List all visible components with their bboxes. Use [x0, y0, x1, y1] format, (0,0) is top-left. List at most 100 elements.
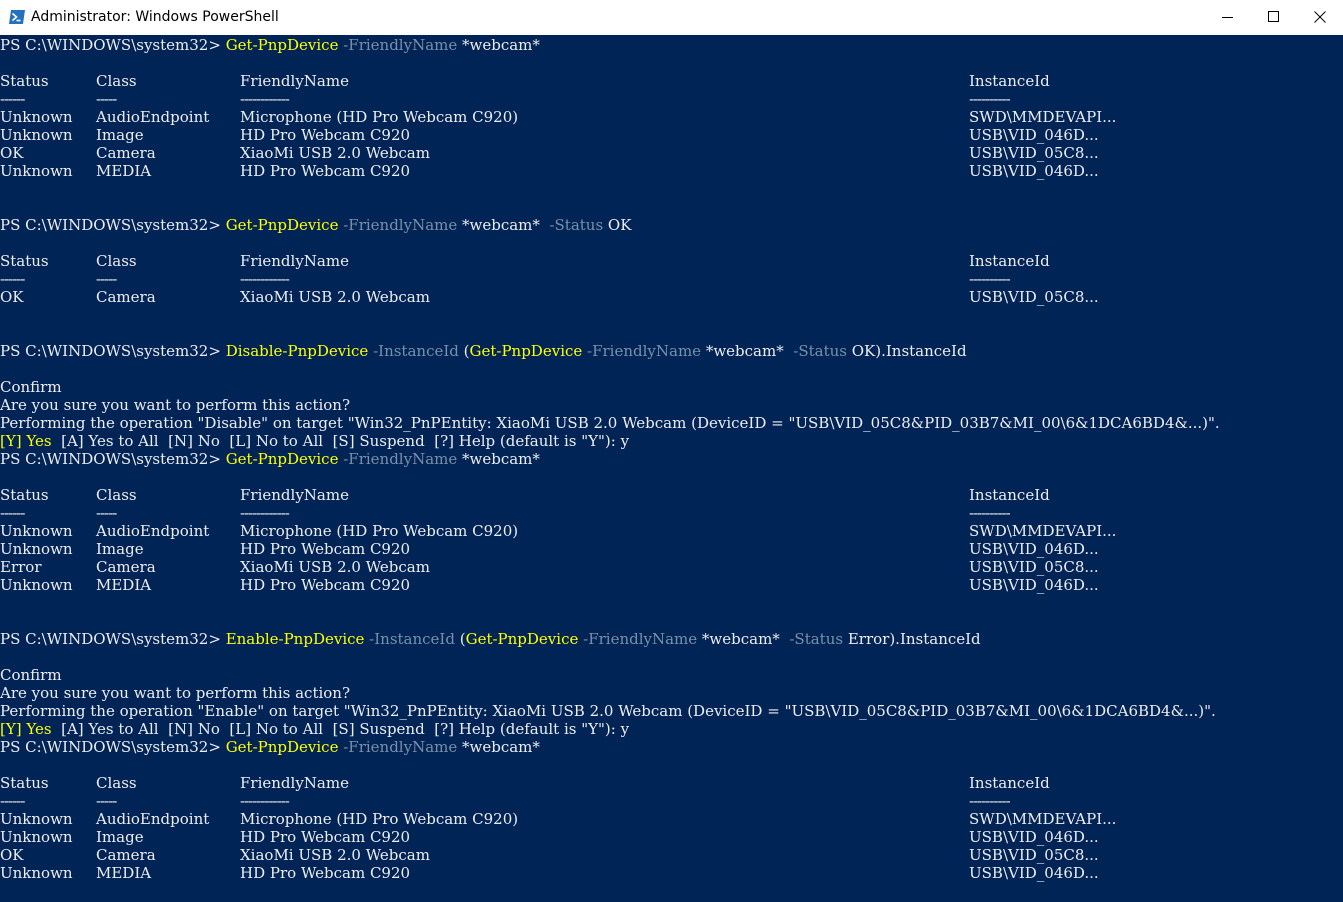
parameter-name: -InstanceId: [364, 630, 455, 648]
title-bar[interactable]: Administrator: Windows PowerShell: [0, 0, 1343, 35]
parameter-name: -Status: [783, 342, 847, 360]
table-header-cell: InstanceId: [969, 72, 1050, 90]
confirm-title-text: Confirm: [0, 666, 62, 684]
argument-text: *webcam*: [457, 450, 540, 468]
argument-text: *webcam*: [697, 630, 780, 648]
confirm-question-text: Are you sure you want to perform this ac…: [0, 396, 351, 414]
powershell-icon: [8, 8, 26, 26]
table-underline-cell: ----------: [969, 792, 1011, 810]
table-row-cell: USB\VID_046D...: [969, 540, 1099, 558]
parameter-name: -FriendlyName: [582, 342, 702, 360]
table-underline-cell: ----------: [969, 270, 1011, 288]
table-underline-cell: ------: [0, 504, 25, 522]
table-row-cell: Unknown: [0, 864, 73, 882]
table-row-cell: Unknown: [0, 810, 73, 828]
table-header-cell: FriendlyName: [240, 72, 349, 90]
prompt-text: PS C:\WINDOWS\system32>: [0, 342, 226, 360]
table-row-cell: USB\VID_046D...: [969, 864, 1099, 882]
table-row-cell: Image: [96, 126, 144, 144]
parameter-name: -FriendlyName: [338, 36, 458, 54]
table-row-cell: SWD\MMDEVAPI...: [969, 522, 1117, 540]
argument-text: Error).InstanceId: [843, 630, 981, 648]
table-header-cell: Status: [0, 72, 49, 90]
table-row-cell: AudioEndpoint: [96, 810, 210, 828]
argument-text: (: [458, 342, 470, 360]
table-row-cell: USB\VID_046D...: [969, 828, 1099, 846]
table-header-cell: Status: [0, 774, 49, 792]
confirm-detail-text: Performing the operation "Enable" on tar…: [0, 702, 1216, 720]
table-row-cell: MEDIA: [96, 162, 152, 180]
cmdlet-name: Get-PnpDevice: [225, 216, 339, 234]
prompt-text: PS C:\WINDOWS\system32>: [0, 216, 226, 234]
confirm-question: Are you sure you want to perform this ac…: [0, 684, 350, 702]
confirm-other-options: [A] Yes to All [N] No [L] No to All [S] …: [51, 432, 630, 450]
command-line: PS C:\WINDOWS\system32> Get-PnpDevice -F…: [0, 36, 540, 54]
confirm-other-options: [A] Yes to All [N] No [L] No to All [S] …: [51, 720, 630, 738]
table-row-cell: XiaoMi USB 2.0 Webcam: [240, 288, 430, 306]
confirm-detail: Performing the operation "Disable" on ta…: [0, 414, 1220, 432]
cmdlet-name: Get-PnpDevice: [225, 36, 339, 54]
table-row-cell: Camera: [96, 144, 156, 162]
table-row-cell: USB\VID_05C8...: [969, 288, 1099, 306]
table-row-cell: OK: [0, 846, 24, 864]
cmdlet-name: Get-PnpDevice: [469, 342, 583, 360]
table-header-cell: Class: [96, 774, 137, 792]
close-button[interactable]: [1297, 0, 1343, 32]
argument-text: *webcam*: [701, 342, 784, 360]
prompt-text: PS C:\WINDOWS\system32>: [0, 738, 226, 756]
command-line: PS C:\WINDOWS\system32> Enable-PnpDevice…: [0, 630, 981, 648]
table-row-cell: AudioEndpoint: [96, 522, 210, 540]
table-header-cell: Status: [0, 252, 49, 270]
table-header-cell: FriendlyName: [240, 486, 349, 504]
maximize-button[interactable]: [1251, 0, 1297, 32]
table-row-cell: USB\VID_05C8...: [969, 846, 1099, 864]
cmdlet-name: Get-PnpDevice: [225, 450, 339, 468]
table-row-cell: Unknown: [0, 522, 73, 540]
table-underline-cell: ------------: [240, 792, 290, 810]
table-underline-cell: ------: [0, 792, 25, 810]
console-output[interactable]: PS C:\WINDOWS\system32> Get-PnpDevice -F…: [0, 35, 1343, 902]
minimize-button[interactable]: [1205, 0, 1251, 32]
table-row-cell: HD Pro Webcam C920: [240, 864, 411, 882]
table-row-cell: SWD\MMDEVAPI...: [969, 810, 1117, 828]
table-row-cell: XiaoMi USB 2.0 Webcam: [240, 144, 430, 162]
table-header-cell: FriendlyName: [240, 252, 349, 270]
argument-text: *webcam*: [457, 216, 540, 234]
table-underline-cell: ------: [0, 90, 25, 108]
parameter-name: -FriendlyName: [338, 450, 458, 468]
table-underline-cell: ------------: [240, 270, 290, 288]
table-header-cell: InstanceId: [969, 486, 1050, 504]
table-row-cell: OK: [0, 144, 24, 162]
table-row-cell: Unknown: [0, 162, 73, 180]
table-row-cell: Unknown: [0, 828, 73, 846]
table-row-cell: Image: [96, 828, 144, 846]
argument-text: *webcam*: [457, 738, 540, 756]
table-underline-cell: ------------: [240, 504, 290, 522]
maximize-icon: [1268, 11, 1279, 22]
table-row-cell: USB\VID_046D...: [969, 162, 1099, 180]
prompt-text: PS C:\WINDOWS\system32>: [0, 450, 226, 468]
cmdlet-name: Get-PnpDevice: [465, 630, 579, 648]
table-row-cell: Microphone (HD Pro Webcam C920): [240, 522, 519, 540]
command-line: PS C:\WINDOWS\system32> Disable-PnpDevic…: [0, 342, 967, 360]
close-icon: [1314, 11, 1326, 23]
window-title: Administrator: Windows PowerShell: [31, 9, 279, 25]
command-line: PS C:\WINDOWS\system32> Get-PnpDevice -F…: [0, 738, 540, 756]
argument-text: OK).InstanceId: [846, 342, 967, 360]
table-row-cell: Unknown: [0, 540, 73, 558]
parameter-name: -Status: [539, 216, 604, 234]
table-row-cell: HD Pro Webcam C920: [240, 828, 411, 846]
table-underline-cell: ----------: [969, 504, 1011, 522]
confirm-yes-option: [Y] Yes: [0, 720, 52, 738]
command-line: PS C:\WINDOWS\system32> Get-PnpDevice -F…: [0, 450, 540, 468]
confirm-question-text: Are you sure you want to perform this ac…: [0, 684, 351, 702]
table-underline-cell: -----: [96, 504, 117, 522]
table-header-cell: Class: [96, 486, 137, 504]
table-underline-cell: ------: [0, 270, 25, 288]
table-row-cell: Camera: [96, 846, 156, 864]
command-line: PS C:\WINDOWS\system32> Get-PnpDevice -F…: [0, 216, 631, 234]
table-header-cell: Status: [0, 486, 49, 504]
table-row-cell: MEDIA: [96, 864, 152, 882]
table-row-cell: Microphone (HD Pro Webcam C920): [240, 108, 519, 126]
parameter-name: -FriendlyName: [578, 630, 698, 648]
